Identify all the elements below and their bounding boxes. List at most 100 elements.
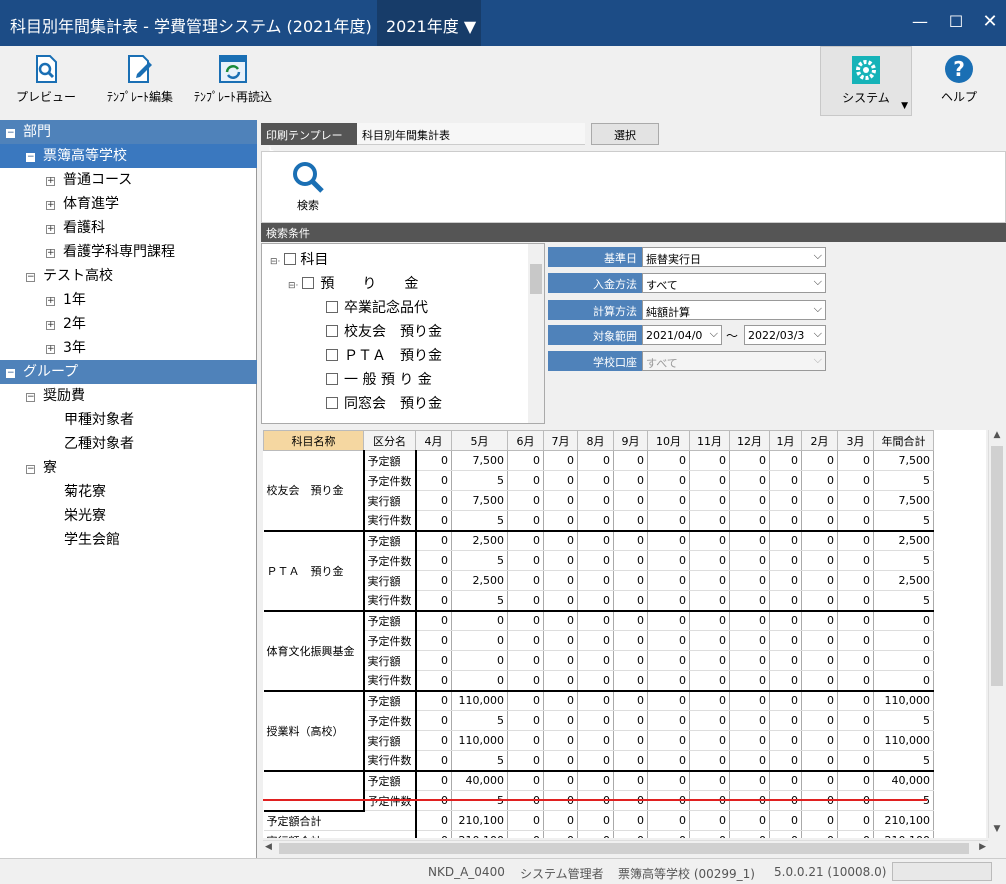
table-row[interactable]: 予定額 0 40,000 0 0 0 0 0 0 0 0 0 0 40,000 xyxy=(263,770,934,812)
collapse-icon[interactable]: − xyxy=(6,129,15,138)
table-row[interactable]: ＰＴＡ 預り金 予定額 0 2,500 0 0 0 0 0 0 0 0 0 0 2,500 xyxy=(263,530,934,612)
tree-group-2b[interactable]: 栄光寮 xyxy=(0,504,106,528)
tree-school-2[interactable]: − テスト高校 xyxy=(0,264,113,288)
column-header[interactable]: 7月 xyxy=(543,430,578,451)
scroll-thumb[interactable] xyxy=(991,446,1003,686)
subject-item[interactable]: ＰＴＡ 預り金 xyxy=(326,345,442,365)
table-row[interactable]: 実行額 0 2,500 0 0 0 0 0 0 0 0 0 0 2,500 xyxy=(264,570,934,591)
table-row[interactable]: 授業料（高校） 予定額 0 110,000 0 0 0 0 0 0 0 0 0 0 110,000 xyxy=(263,690,934,772)
column-header[interactable]: 6月 xyxy=(507,430,544,451)
checkbox[interactable] xyxy=(326,349,338,361)
checkbox[interactable] xyxy=(326,325,338,337)
table-row[interactable]: 実行額 0 110,000 0 0 0 0 0 0 0 0 0 0 110,000 xyxy=(264,730,934,751)
column-header[interactable]: 2月 xyxy=(801,430,838,451)
column-header[interactable]: 11月 xyxy=(689,430,730,451)
expand-icon[interactable]: + xyxy=(46,201,55,210)
subject-root[interactable]: ⊟· 科目 xyxy=(270,249,328,269)
horizontal-scrollbar[interactable]: ◀ ▶ xyxy=(263,840,988,856)
scroll-thumb-h[interactable] xyxy=(279,843,969,854)
column-header[interactable]: 1月 xyxy=(769,430,802,451)
scroll-up-icon[interactable]: ▲ xyxy=(989,430,1005,444)
collapse-icon[interactable]: − xyxy=(26,153,35,162)
tree-course-2[interactable]: + 体育進学 xyxy=(0,192,119,216)
tree-grade-2[interactable]: +2年 xyxy=(0,312,86,336)
subject-item[interactable]: 卒業記念品代 xyxy=(326,297,428,317)
search-button[interactable]: 検索 xyxy=(284,160,332,213)
table-row[interactable]: 実行件数 0 0 0 0 0 0 0 0 0 0 0 0 0 xyxy=(264,670,934,692)
column-header[interactable]: 9月 xyxy=(613,430,648,451)
subject-item[interactable]: 一 般 預 り 金 xyxy=(326,369,432,389)
tree-group-1a[interactable]: 甲種対象者 xyxy=(0,408,134,432)
table-row[interactable]: 予定件数0500000000005 xyxy=(264,710,934,731)
template-reload-button[interactable]: ﾃﾝﾌﾟﾚｰﾄ再読込 xyxy=(190,54,276,105)
total-row[interactable]: 予定額合計 0 210,100 0 0 0 0 0 0 0 0 0 0 210,100 xyxy=(263,810,934,831)
table-row[interactable]: 実行額 0 7,500 0 0 0 0 0 0 0 0 0 0 7,500 xyxy=(264,490,934,511)
close-button[interactable]: ✕ xyxy=(980,12,1000,32)
expand-icon[interactable]: + xyxy=(46,249,55,258)
table-row[interactable]: 実行件数 0 5 0 0 0 0 0 0 0 0 0 0 5 xyxy=(264,590,934,612)
tree-group-1b[interactable]: 乙種対象者 xyxy=(0,432,134,456)
scroll-down-icon[interactable]: ▼ xyxy=(989,824,1005,838)
collapse-icon[interactable]: − xyxy=(26,465,35,474)
system-button[interactable]: システム ▼ xyxy=(820,46,912,116)
expand-icon[interactable]: + xyxy=(46,177,55,186)
template-select-button[interactable]: 選択 xyxy=(591,123,659,145)
tree-grade-3[interactable]: +3年 xyxy=(0,336,86,360)
vertical-scrollbar[interactable]: ▲ ▼ xyxy=(988,430,1005,838)
table-row[interactable]: 予定件数0500000000005 xyxy=(264,470,934,491)
table-row[interactable]: 予定件数0500000000005 xyxy=(264,550,934,571)
tree-group-2[interactable]: − 寮 xyxy=(0,456,57,480)
collapse-icon[interactable]: − xyxy=(6,369,15,378)
base-date-select[interactable]: 振替実行日 ⌵ xyxy=(642,247,826,267)
payment-select[interactable]: すべて ⌵ xyxy=(642,273,826,293)
column-header[interactable]: 4月 xyxy=(415,430,452,451)
maximize-button[interactable]: ☐ xyxy=(946,12,966,32)
account-select[interactable]: すべて ⌵ xyxy=(642,351,826,371)
tree-course-1[interactable]: + 普通コース xyxy=(0,168,132,192)
tree-grade-1[interactable]: +1年 xyxy=(0,288,86,312)
range-from-date[interactable]: 2021/04/0 ⌵ xyxy=(642,325,722,345)
tree-group-1[interactable]: − 奨励費 xyxy=(0,384,85,408)
expand-icon[interactable]: + xyxy=(46,297,55,306)
help-button[interactable]: ? ヘルプ xyxy=(928,54,990,105)
column-header[interactable]: 区分名 xyxy=(363,430,416,451)
tree-group-header[interactable]: − グループ xyxy=(0,360,257,384)
preview-button[interactable]: プレビュー xyxy=(12,54,80,105)
collapse-icon[interactable]: − xyxy=(26,393,35,402)
table-row[interactable]: 校友会 預り金 予定額 0 7,500 0 0 0 0 0 0 0 0 0 0 7,500 xyxy=(263,450,934,532)
column-header[interactable]: 科目名称 xyxy=(263,430,364,451)
year-selector[interactable]: 2021年度 ▼ xyxy=(377,0,481,46)
checkbox[interactable] xyxy=(326,373,338,385)
tree-group-2a[interactable]: 菊花寮 xyxy=(0,480,106,504)
expand-icon[interactable]: + xyxy=(46,345,55,354)
scroll-right-icon[interactable]: ▶ xyxy=(979,842,986,852)
table-row[interactable]: 実行額 0 0 0 0 0 0 0 0 0 0 0 0 0 xyxy=(264,650,934,671)
total-row[interactable]: 実行額合計0210,1000000000000210,100 xyxy=(263,830,934,838)
expand-icon[interactable]: + xyxy=(46,225,55,234)
tree-group-2c[interactable]: 学生会館 xyxy=(0,528,120,552)
checkbox[interactable] xyxy=(326,397,338,409)
collapse-icon[interactable]: − xyxy=(26,273,35,282)
checkbox[interactable] xyxy=(302,277,315,289)
minimize-button[interactable]: — xyxy=(910,12,930,32)
column-header[interactable]: 8月 xyxy=(577,430,614,451)
checkbox[interactable] xyxy=(284,253,297,265)
column-header[interactable]: 3月 xyxy=(837,430,874,451)
tree-school-1[interactable]: − 票簿高等学校 xyxy=(0,144,257,168)
table-row[interactable]: 体育文化振興基金 予定額 0 0 0 0 0 0 0 0 0 0 0 0 0 xyxy=(263,610,934,692)
scroll-left-icon[interactable]: ◀ xyxy=(265,842,272,852)
tree-dept-header[interactable]: − 部門 xyxy=(0,120,257,144)
subject-item[interactable]: 同窓会 預り金 xyxy=(326,393,442,413)
column-header[interactable]: 5月 xyxy=(451,430,508,451)
tree-course-4[interactable]: + 看護学科専門課程 xyxy=(0,240,175,264)
range-to-date[interactable]: 2022/03/3 ⌵ xyxy=(744,325,826,345)
expand-icon[interactable]: + xyxy=(46,321,55,330)
subject-tree-scrollbar[interactable] xyxy=(528,244,544,423)
table-row[interactable]: 実行件数 0 5 0 0 0 0 0 0 0 0 0 0 5 xyxy=(264,750,934,772)
column-header[interactable]: 10月 xyxy=(647,430,690,451)
column-header[interactable]: 年間合計 xyxy=(873,430,934,451)
table-row[interactable]: 実行件数 0 5 0 0 0 0 0 0 0 0 0 0 5 xyxy=(264,510,934,532)
template-edit-button[interactable]: ﾃﾝﾌﾟﾚｰﾄ編集 xyxy=(100,54,180,105)
column-header[interactable]: 12月 xyxy=(729,430,770,451)
tree-course-3[interactable]: + 看護科 xyxy=(0,216,105,240)
